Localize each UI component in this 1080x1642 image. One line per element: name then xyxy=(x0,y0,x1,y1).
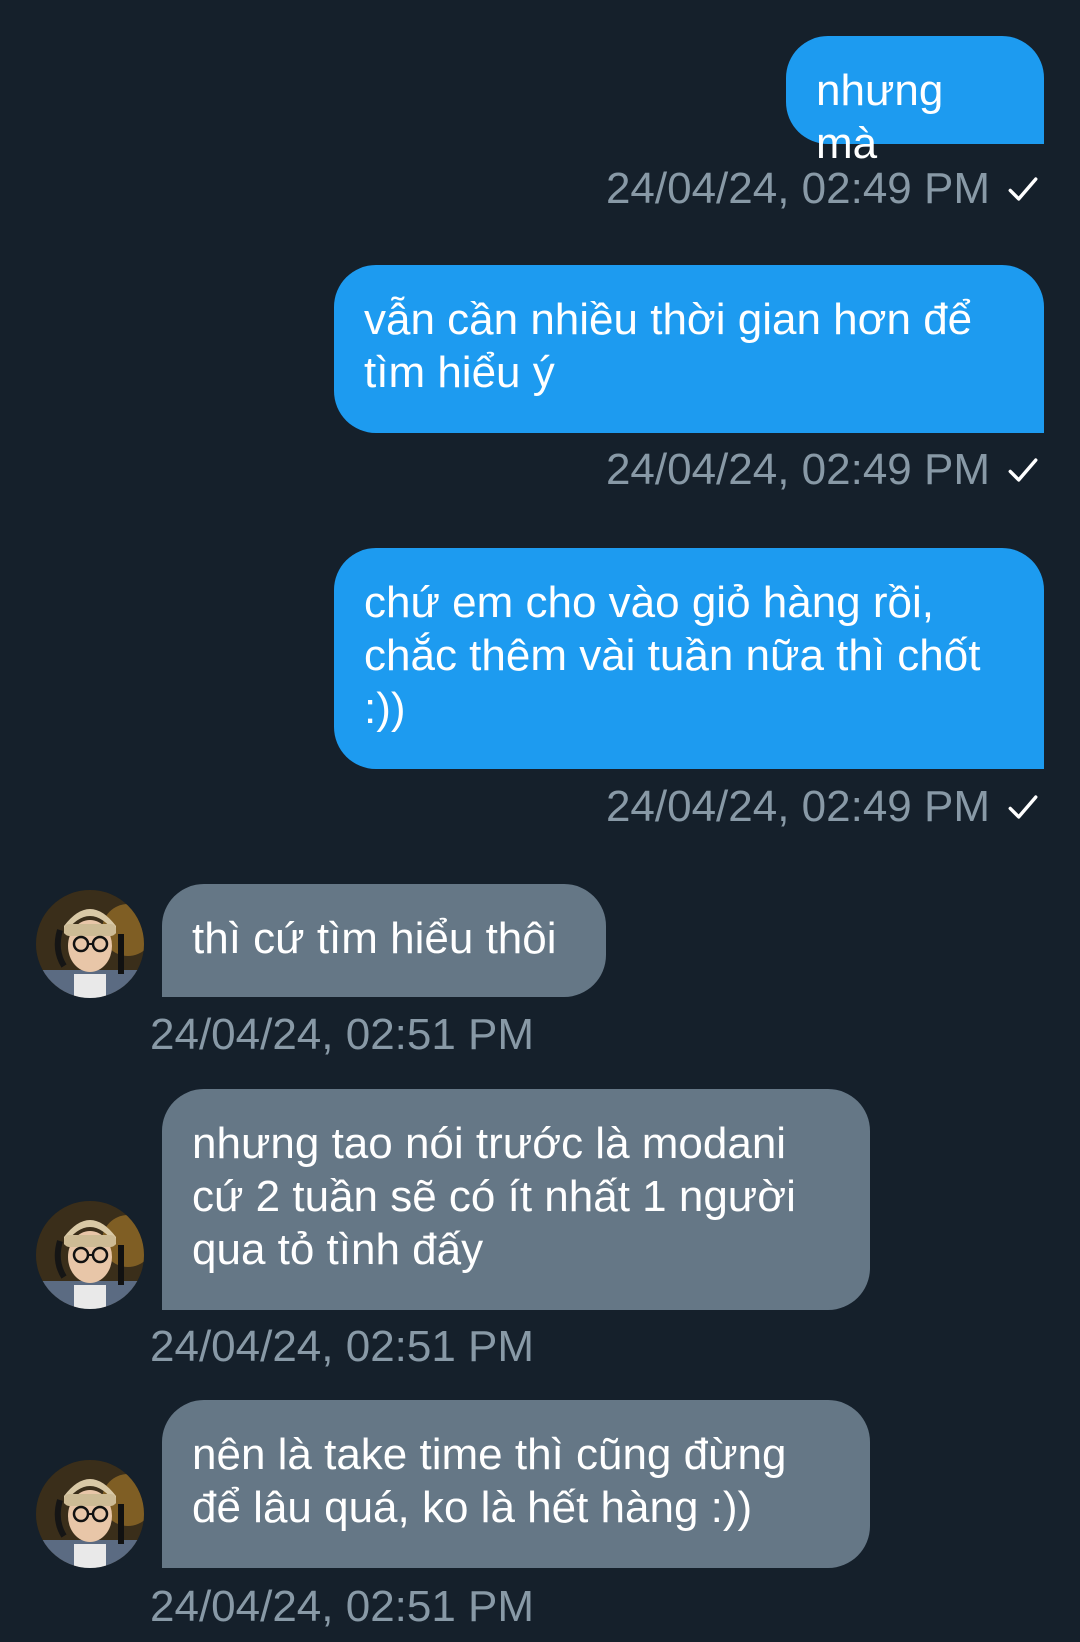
message-text: nhưng mà xyxy=(816,66,944,168)
outgoing-message-bubble[interactable]: vẫn cần nhiều thời gian hơn để tìm hiểu … xyxy=(334,265,1044,433)
message-timestamp: 24/04/24, 02:51 PM xyxy=(150,1010,535,1059)
message-text: nên là take time thì cũng đừng để lâu qu… xyxy=(192,1430,787,1532)
sent-check-icon xyxy=(1008,458,1038,482)
outgoing-message-bubble[interactable]: chứ em cho vào giỏ hàng rồi, chắc thêm v… xyxy=(334,548,1044,769)
sent-check-icon xyxy=(1008,177,1038,201)
avatar[interactable] xyxy=(36,1201,144,1309)
message-timestamp: 24/04/24, 02:49 PM xyxy=(605,445,990,494)
message-text: thì cứ tìm hiểu thôi xyxy=(192,914,557,963)
message-timestamp: 24/04/24, 02:49 PM xyxy=(605,782,990,831)
message-text: nhưng tao nói trước là modani cứ 2 tuần … xyxy=(192,1119,796,1274)
incoming-message-bubble[interactable]: nhưng tao nói trước là modani cứ 2 tuần … xyxy=(162,1089,870,1310)
outgoing-message-bubble[interactable]: nhưng mà xyxy=(786,36,1044,168)
avatar[interactable] xyxy=(36,890,144,998)
message-meta: 24/04/24, 02:49 PM xyxy=(606,164,1040,214)
message-timestamp: 24/04/24, 02:51 PM xyxy=(150,1582,535,1631)
message-meta: 24/04/24, 02:49 PM xyxy=(606,445,1040,495)
message-text: chứ em cho vào giỏ hàng rồi, chắc thêm v… xyxy=(364,578,981,733)
message-text: vẫn cần nhiều thời gian hơn để tìm hiểu … xyxy=(364,295,973,397)
message-timestamp: 24/04/24, 02:51 PM xyxy=(150,1322,535,1371)
message-timestamp: 24/04/24, 02:49 PM xyxy=(605,164,990,213)
incoming-message-bubble[interactable]: nên là take time thì cũng đừng để lâu qu… xyxy=(162,1400,870,1568)
incoming-message-bubble[interactable]: thì cứ tìm hiểu thôi xyxy=(162,884,606,997)
avatar[interactable] xyxy=(36,1460,144,1568)
message-meta: 24/04/24, 02:49 PM xyxy=(606,782,1040,832)
sent-check-icon xyxy=(1008,795,1038,819)
